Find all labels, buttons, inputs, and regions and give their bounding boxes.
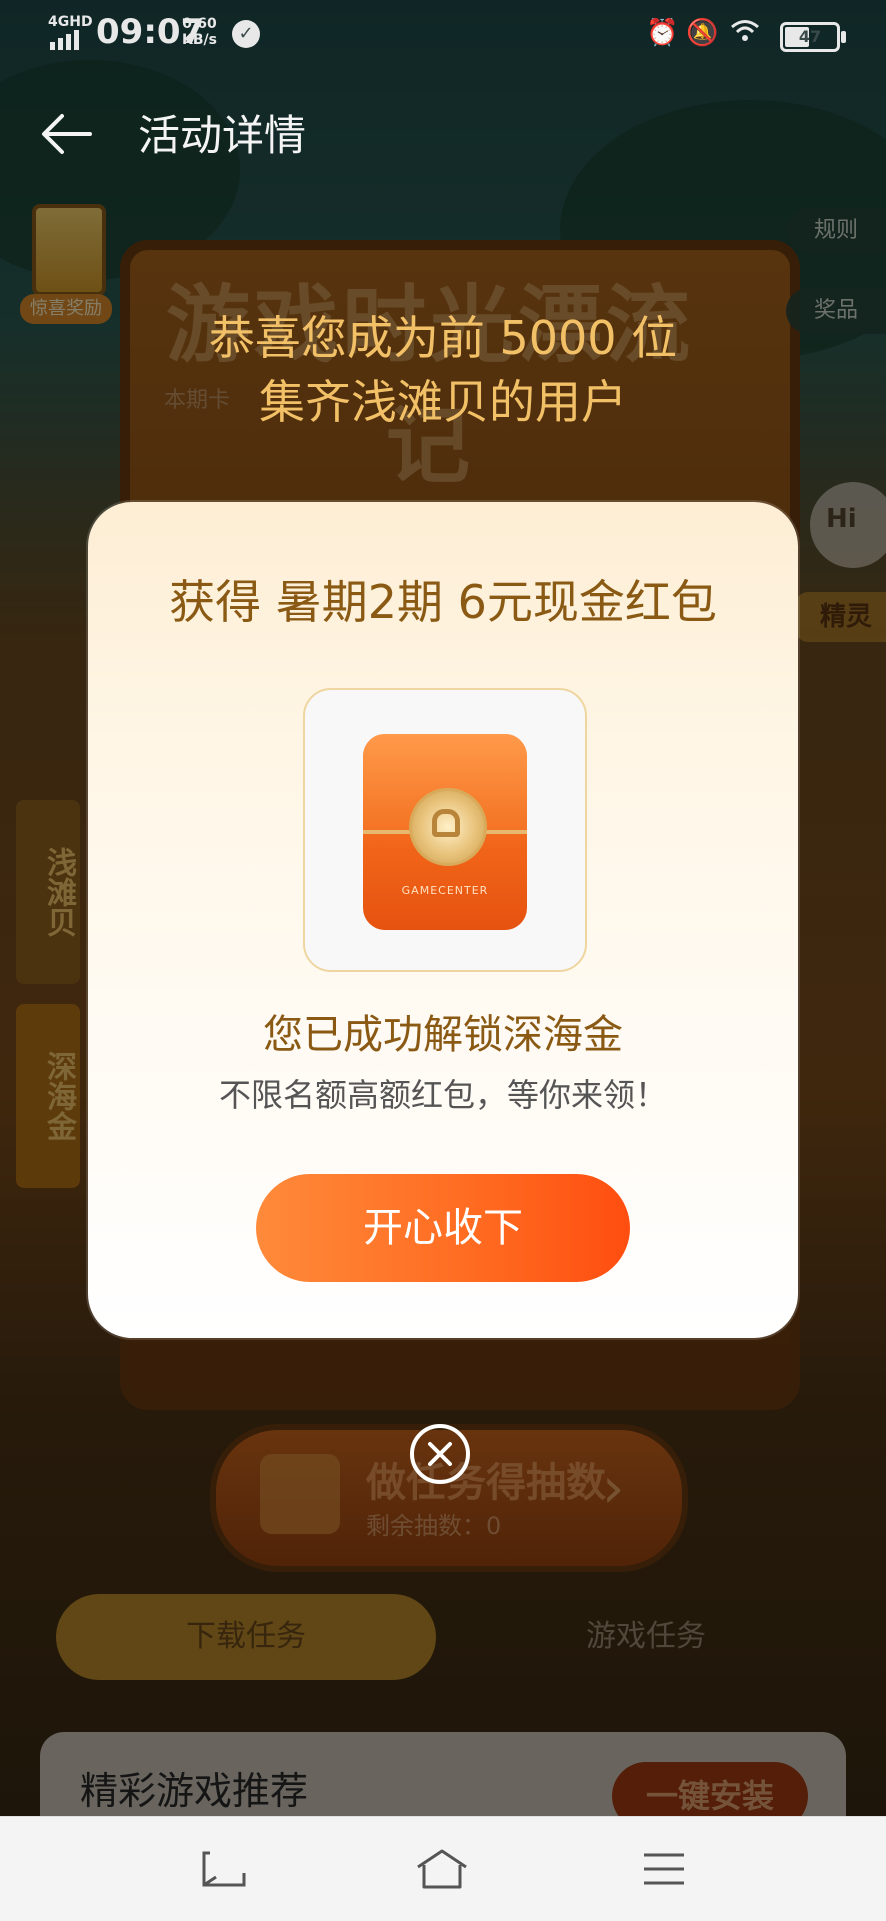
network-speed-value: 0.60 xyxy=(182,16,217,32)
alarm-icon: ⏰ xyxy=(646,18,679,48)
network-type: 4GHD xyxy=(48,14,93,30)
unlock-message: 您已成功解锁深海金 xyxy=(263,1012,623,1058)
envelope-seal-icon xyxy=(409,788,487,866)
arrow-left-icon[interactable] xyxy=(38,104,98,164)
accept-reward-button[interactable]: 开心收下 xyxy=(256,1174,630,1282)
status-bar: 4GHD 09:07 0.60 KB/s ✓ ⏰ 🔕 47 xyxy=(0,0,886,70)
close-icon[interactable] xyxy=(410,1424,470,1484)
nav-home-icon[interactable] xyxy=(414,1847,470,1891)
congrats-line-1: 恭喜您成为前 5000 位 xyxy=(208,311,678,365)
verified-check-icon: ✓ xyxy=(232,20,260,48)
red-envelope-icon: GAMECENTER xyxy=(363,734,527,930)
nav-menu-icon[interactable] xyxy=(636,1847,692,1891)
reward-title: 获得 暑期2期 6元现金红包 xyxy=(169,575,717,629)
battery-icon: 47 xyxy=(780,22,846,52)
reward-image-card: GAMECENTER xyxy=(303,688,587,972)
signal-icon xyxy=(50,30,82,50)
envelope-brand: GAMECENTER xyxy=(401,884,489,897)
page-title: 活动详情 xyxy=(138,111,307,160)
app-header: 活动详情 xyxy=(0,84,886,184)
congrats-line-2: 集齐浅滩贝的用户 xyxy=(259,375,627,429)
network-speed: 0.60 KB/s xyxy=(182,16,217,48)
nav-back-icon[interactable] xyxy=(196,1847,252,1891)
battery-percent: 47 xyxy=(798,27,822,46)
mute-icon: 🔕 xyxy=(686,18,719,48)
reward-description: 不限名额高额红包，等你来领！ xyxy=(218,1076,667,1114)
network-speed-unit: KB/s xyxy=(182,32,217,48)
wifi-icon xyxy=(730,18,760,48)
system-nav-bar xyxy=(0,1816,886,1921)
congrats-message: 恭喜您成为前 5000 位 集齐浅滩贝的用户 xyxy=(0,306,886,434)
reward-dialog: 获得 暑期2期 6元现金红包 GAMECENTER 您已成功解锁深海金 不限名额… xyxy=(88,502,798,1338)
